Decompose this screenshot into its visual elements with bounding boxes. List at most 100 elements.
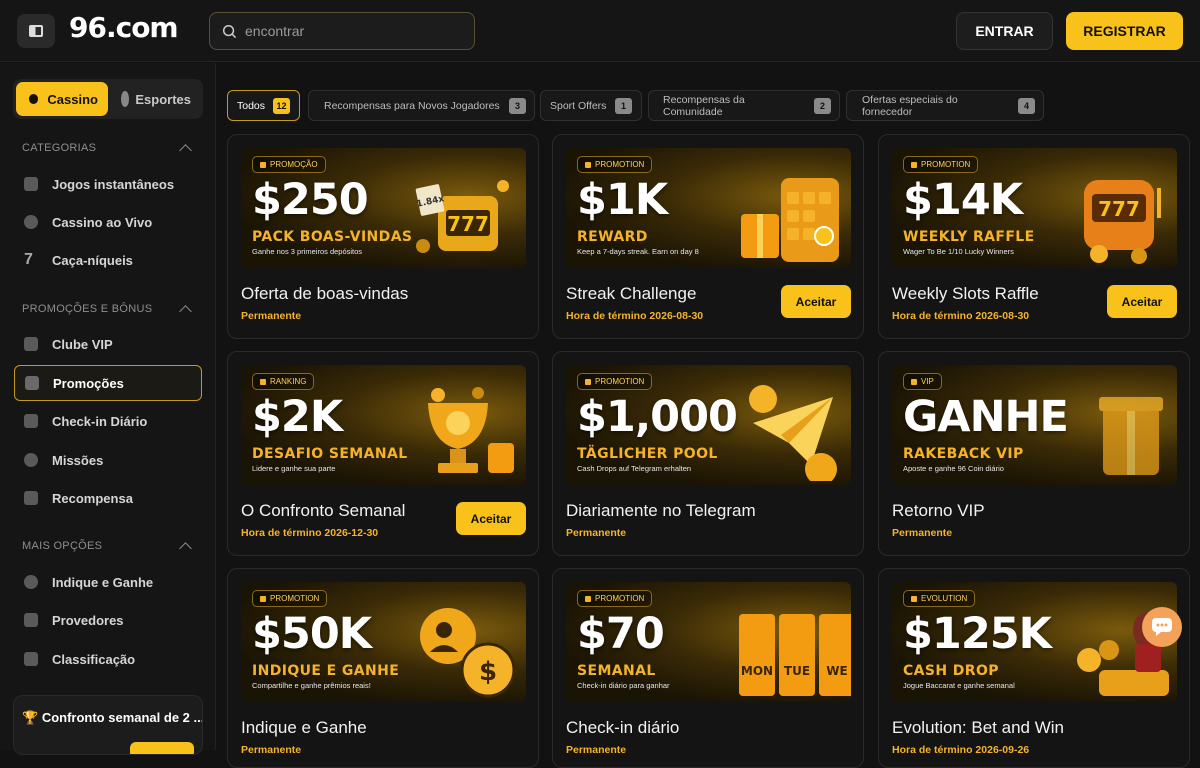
register-button[interactable]: REGISTRAR (1066, 12, 1183, 50)
promo-card-welcome[interactable]: PROMOÇÃO $250 PACK BOAS-VINDAS Ganhe nos… (227, 134, 539, 339)
add-user-coin-icon: $ (420, 608, 516, 698)
sidebar-item-label: Clube VIP (52, 336, 113, 352)
promo-banner[interactable]: EVOLUTION $125K CASH DROP Jogue Baccarat… (892, 582, 1177, 702)
target-icon (24, 453, 38, 467)
sidebar-item-ranking[interactable]: Classificação (14, 641, 202, 677)
sidebar-item-vip-club[interactable]: Clube VIP (14, 326, 202, 362)
chat-icon (1152, 618, 1172, 636)
weekly-contest-card[interactable]: 🏆 Confronto semanal de 2 ... (13, 695, 203, 755)
search-bar[interactable] (209, 12, 475, 50)
day-label: WE (826, 664, 847, 678)
promo-title: Weekly Slots Raffle (892, 284, 1039, 303)
filter-label: Recompensas da Comunidade (663, 93, 745, 118)
promo-banner[interactable]: PROMOTION $1,000 TÄGLICHER POOL Cash Dro… (566, 365, 851, 485)
slot-reels-text: 777 (447, 212, 489, 236)
filter-chip-provider-offers[interactable]: Ofertas especiais do fornecedor 4 (846, 90, 1044, 121)
promo-amount: $1K (577, 175, 668, 225)
weekly-contest-button[interactable] (130, 742, 194, 754)
promo-subtitle: SEMANAL (577, 663, 656, 679)
promo-end-time: Hora de término 2026-12-30 (241, 527, 379, 539)
calendar-icon (24, 414, 38, 428)
promo-tag: VIP (903, 373, 942, 390)
promo-card-weekly-showdown[interactable]: RANKING $2K DESAFIO SEMANAL Lidere e gan… (227, 351, 539, 556)
promo-card-vip-rakeback[interactable]: VIP GANHE RAKEBACK VIP Aposte e ganhe 96… (878, 351, 1190, 556)
promo-subtitle: INDIQUE E GANHE (252, 663, 400, 679)
login-button[interactable]: ENTRAR (956, 12, 1053, 50)
filter-count-badge: 2 (814, 97, 831, 114)
filter-chip-sport-offers[interactable]: Sport Offers 1 (540, 90, 642, 121)
promo-banner[interactable]: PROMOTION $50K INDIQUE E GANHE Compartil… (241, 582, 526, 702)
promo-card-refer[interactable]: PROMOTION $50K INDIQUE E GANHE Compartil… (227, 568, 539, 768)
promo-banner[interactable]: PROMOÇÃO $250 PACK BOAS-VINDAS Ganhe nos… (241, 148, 526, 268)
promo-amount: $125K (903, 609, 1052, 659)
chevron-up-icon[interactable] (179, 144, 192, 157)
chat-support-button[interactable] (1142, 607, 1182, 647)
seven-icon: 7 (24, 251, 33, 268)
slot-machine-icon: 7771.84x (416, 180, 509, 253)
sidebar-item-live-casino[interactable]: Cassino ao Vivo (14, 204, 202, 240)
filter-label: Sport Offers (550, 99, 607, 112)
filter-chip-community[interactable]: Recompensas da Comunidade 2 (648, 90, 840, 121)
sidebar-item-slots[interactable]: 7 Caça-níqueis (14, 242, 202, 278)
tab-casino[interactable]: Cassino (16, 82, 108, 116)
sidebar-item-promotions[interactable]: Promoções (14, 365, 202, 401)
promo-description: Keep a 7-days streak. Earn on day 8 (577, 247, 699, 256)
accept-button[interactable]: Aceitar (1107, 285, 1177, 318)
filter-chip-new-players[interactable]: Recompensas para Novos Jogadores 3 (308, 90, 535, 121)
promo-subtitle: DESAFIO SEMANAL (252, 446, 408, 462)
accept-button[interactable]: Aceitar (781, 285, 851, 318)
promo-card-evolution[interactable]: EVOLUTION $125K CASH DROP Jogue Baccarat… (878, 568, 1190, 768)
promo-tag: PROMOÇÃO (252, 156, 326, 173)
filter-count-badge: 12 (273, 97, 291, 114)
sidebar-item-label: Jogos instantâneos (52, 176, 175, 192)
promo-amount: $14K (903, 175, 1023, 225)
promo-description: Aposte e ganhe 96 Coin diário (903, 464, 1004, 473)
promo-end-time: Permanente (241, 310, 302, 322)
filter-label: Ofertas especiais do fornecedor (862, 93, 958, 118)
search-input[interactable] (245, 23, 445, 39)
promo-amount: GANHE (903, 392, 1069, 442)
promo-end-time: Permanente (566, 527, 627, 539)
trophy-icon: 🏆 (22, 710, 39, 725)
sidebar-item-providers[interactable]: Provedores (14, 602, 202, 638)
top-header: 96.com ENTRAR REGISTRAR (0, 0, 1200, 62)
promo-amount: $2K (252, 392, 343, 442)
sidebar-item-missions[interactable]: Missões (14, 442, 202, 478)
promo-end-time: Hora de término 2026-08-30 (892, 310, 1030, 322)
tab-label: Cassino (47, 91, 98, 107)
section-title-more-options: MAIS OPÇÕES (22, 540, 103, 552)
filter-chip-all[interactable]: Todos 12 (227, 90, 300, 121)
promo-card-slots-raffle[interactable]: PROMOTION $14K WEEKLY RAFFLE Wager To Be… (878, 134, 1190, 339)
promo-subtitle: WEEKLY RAFFLE (903, 229, 1035, 245)
tab-sports[interactable]: Esportes (111, 82, 201, 116)
sidebar-item-label: Classificação (52, 651, 136, 667)
chevron-up-icon[interactable] (179, 305, 192, 318)
sidebar-item-reward[interactable]: Recompensa (14, 480, 202, 516)
casino-icon (26, 91, 42, 107)
promo-card-telegram[interactable]: PROMOTION $1,000 TÄGLICHER POOL Cash Dro… (552, 351, 864, 556)
search-icon (222, 24, 237, 38)
promo-end-time: Permanente (892, 527, 953, 539)
sidebar-item-label: Caça-níqueis (52, 252, 133, 268)
promo-banner[interactable]: VIP GANHE RAKEBACK VIP Aposte e ganhe 96… (892, 365, 1177, 485)
calendar-gift-icon (741, 178, 839, 262)
promo-description: Lidere e ganhe sua parte (252, 464, 336, 473)
accept-button[interactable]: Aceitar (456, 502, 526, 535)
promo-card-streak[interactable]: PROMOTION $1K REWARD Keep a 7-days strea… (552, 134, 864, 339)
promo-title: Retorno VIP (892, 501, 985, 520)
medal-icon (24, 652, 38, 666)
sidebar-item-refer[interactable]: Indique e Ganhe (14, 564, 202, 600)
promo-banner[interactable]: RANKING $2K DESAFIO SEMANAL Lidere e gan… (241, 365, 526, 485)
promo-banner[interactable]: PROMOTION $14K WEEKLY RAFFLE Wager To Be… (892, 148, 1177, 268)
promo-card-daily-checkin[interactable]: PROMOTION $70 SEMANAL Check-in diário pa… (552, 568, 864, 768)
logo[interactable]: 96.com (69, 11, 179, 44)
promo-banner[interactable]: PROMOTION $70 SEMANAL Check-in diário pa… (566, 582, 851, 702)
sidebar-toggle-button[interactable] (17, 14, 55, 48)
refer-icon (24, 575, 38, 589)
promo-title: Indique e Ganhe (241, 718, 367, 737)
promo-banner[interactable]: PROMOTION $1K REWARD Keep a 7-days strea… (566, 148, 851, 268)
chevron-up-icon[interactable] (179, 542, 192, 555)
promo-end-time: Permanente (566, 744, 627, 756)
sidebar-item-instant-games[interactable]: Jogos instantâneos (14, 166, 202, 202)
sidebar-item-daily-checkin[interactable]: Check-in Diário (14, 403, 202, 439)
